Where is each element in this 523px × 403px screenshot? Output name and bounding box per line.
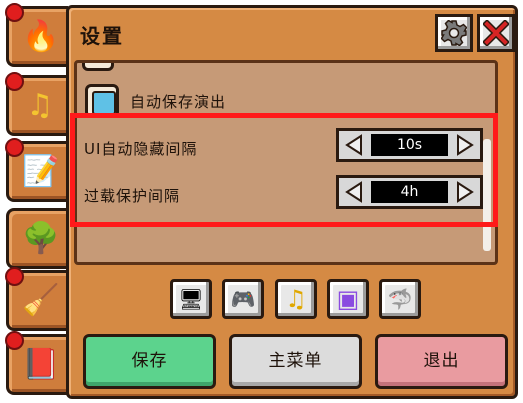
overload-protection-value: 4h — [371, 181, 448, 203]
settings-button[interactable] — [435, 14, 473, 52]
tab-book[interactable]: 📕 — [5, 331, 68, 395]
category-audio[interactable]: ♫ — [275, 279, 317, 319]
settings-list[interactable]: 自动保存演出 — [74, 60, 498, 265]
arrow-right-icon — [457, 181, 474, 203]
category-display[interactable]: 🖥 — [170, 279, 212, 319]
music-note-icon: ♫ — [26, 88, 54, 123]
category-shark[interactable]: 🦈 — [379, 279, 421, 319]
arrow-right-icon — [457, 134, 474, 156]
overload-protection-stepper[interactable]: 4h — [336, 175, 483, 209]
scrollbar-thumb[interactable] — [483, 139, 491, 251]
increase-button[interactable] — [452, 179, 478, 205]
close-button[interactable] — [477, 14, 515, 52]
auto-save-checkbox[interactable] — [85, 84, 119, 118]
decrease-button[interactable] — [341, 132, 367, 158]
close-icon — [483, 20, 509, 46]
auto-save-label: 自动保存演出 — [130, 93, 227, 111]
tab-notes[interactable]: 📝 — [5, 138, 68, 202]
shark-icon: 🦈 — [387, 287, 413, 311]
tab-cleaning[interactable]: 🧹 — [5, 267, 68, 331]
arrow-left-icon — [345, 181, 362, 203]
ui-hide-interval-label: UI自动隐藏间隔 — [84, 140, 198, 158]
tab-fire[interactable]: 🔥 — [5, 3, 68, 67]
music-note-icon: ♫ — [285, 285, 307, 313]
bonsai-icon: 🌳 — [22, 221, 60, 256]
scrollbar[interactable] — [483, 71, 491, 261]
gear-icon — [441, 20, 467, 46]
decrease-button[interactable] — [341, 179, 367, 205]
notepad-icon: 📝 — [22, 154, 60, 189]
arrow-left-icon — [345, 134, 362, 156]
book-icon: 📕 — [22, 347, 60, 382]
cleaning-brush-icon: 🧹 — [22, 283, 60, 318]
main-menu-button[interactable]: 主菜单 — [229, 334, 362, 389]
tab-music[interactable]: ♫ — [5, 72, 68, 136]
page-title: 设置 — [80, 24, 124, 48]
gamepad-icon: 🎮 — [230, 287, 256, 311]
ui-hide-interval-stepper[interactable]: 10s — [336, 128, 483, 162]
ui-hide-interval-value: 10s — [371, 134, 448, 156]
overload-protection-label: 过载保护间隔 — [84, 187, 181, 205]
quit-button[interactable]: 退出 — [375, 334, 508, 389]
monitor-icon: 🖥 — [178, 287, 204, 311]
fire-icon: 🔥 — [22, 19, 60, 54]
tab-bonsai[interactable]: 🌳 — [6, 208, 68, 269]
twitch-icon: ▣ — [336, 285, 360, 313]
partial-row-checkbox[interactable] — [82, 63, 114, 71]
save-button[interactable]: 保存 — [83, 334, 216, 389]
increase-button[interactable] — [452, 132, 478, 158]
category-twitch[interactable]: ▣ — [327, 279, 369, 319]
checkbox-fill — [92, 91, 116, 115]
category-controls[interactable]: 🎮 — [222, 279, 264, 319]
